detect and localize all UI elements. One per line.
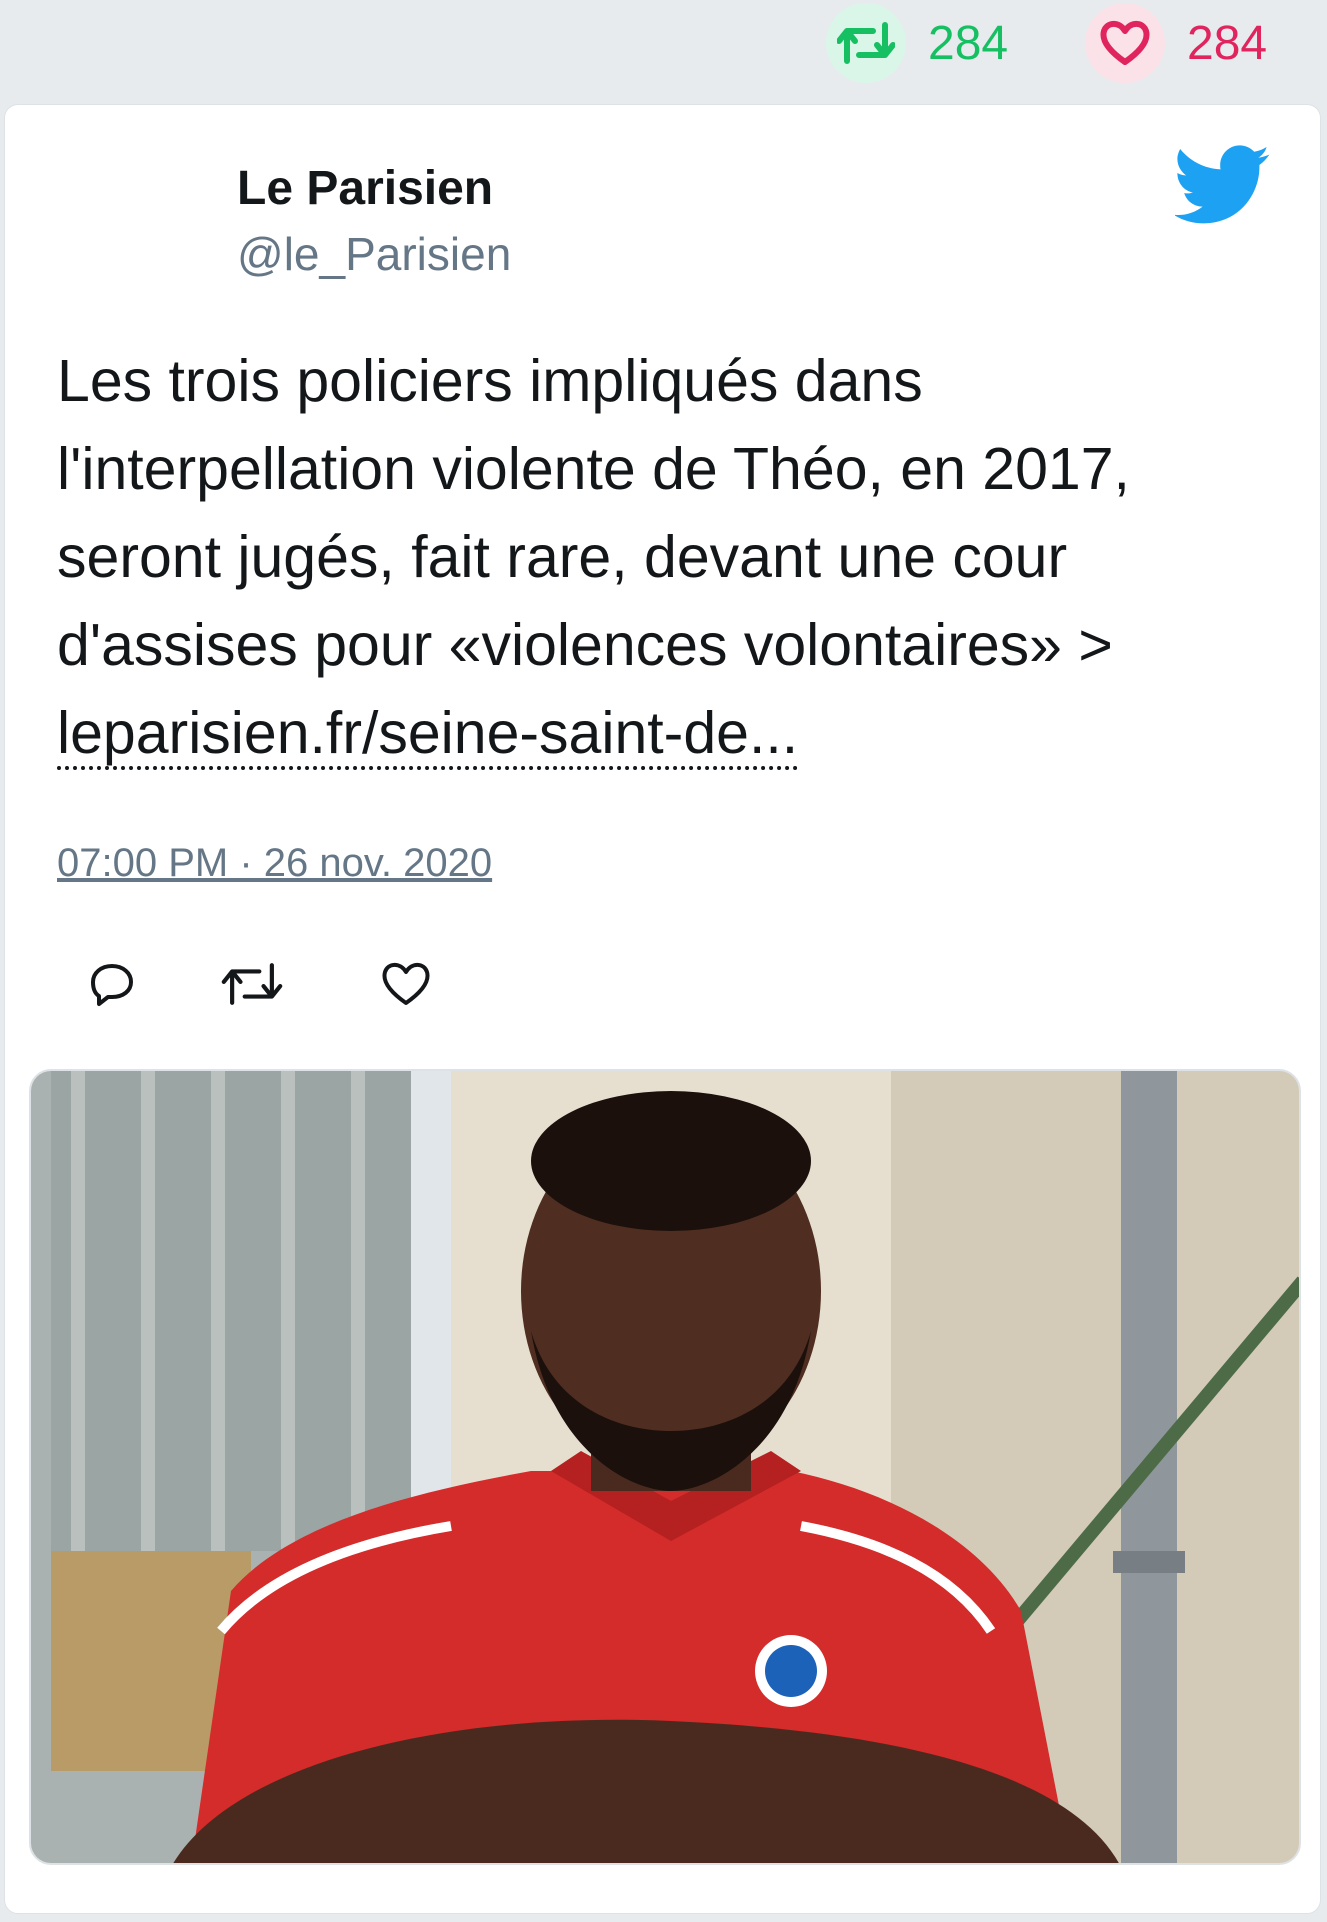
photo-icon — [31, 1071, 1299, 1863]
retweet-icon — [826, 3, 906, 83]
reply-button[interactable] — [77, 949, 147, 1019]
like-button[interactable] — [371, 949, 441, 1019]
twitter-logo-icon[interactable] — [1175, 145, 1271, 225]
tweet-card: Le Parisien @le_Parisien Les trois polic… — [4, 104, 1321, 1914]
heart-icon — [382, 962, 430, 1005]
timestamp-link[interactable]: 07:00 PM · 26 nov. 2020 — [57, 841, 492, 886]
heart-icon — [1085, 3, 1165, 83]
tweet-body: Les trois policiers impliqués dans l'int… — [57, 348, 1130, 678]
retweet-icon — [221, 963, 283, 1005]
tweet-text: Les trois policiers impliqués dans l'int… — [57, 337, 1287, 777]
author-name[interactable]: Le Parisien — [237, 161, 493, 216]
retweet-button[interactable] — [217, 949, 287, 1019]
retweet-count: 284 — [928, 16, 1009, 70]
retweet-stat[interactable]: 284 — [826, 0, 1008, 86]
author-handle[interactable]: @le_Parisien — [237, 227, 511, 281]
reply-icon — [91, 964, 133, 1006]
like-count: 284 — [1187, 16, 1268, 70]
stats-bar: 284 284 — [0, 0, 1327, 100]
like-stat[interactable]: 284 — [1085, 0, 1267, 86]
tweet-photo[interactable] — [29, 1069, 1301, 1865]
article-link[interactable]: leparisien.fr/seine-saint-de... — [57, 700, 799, 770]
